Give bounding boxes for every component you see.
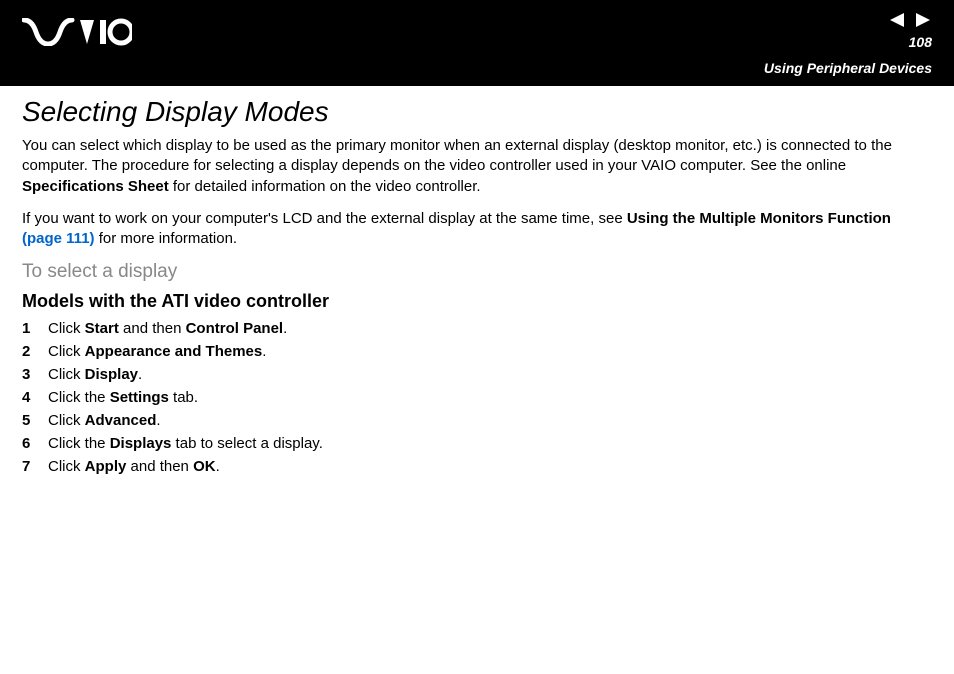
step-plain: .: [262, 343, 266, 360]
subheading-select-display: To select a display: [22, 261, 932, 283]
step-bold: OK: [193, 458, 216, 475]
text: for more information.: [95, 230, 238, 247]
step-text: Click Appearance and Themes.: [48, 343, 266, 360]
step-number: 4: [22, 389, 48, 406]
step-plain: and then: [126, 458, 193, 475]
step-number: 3: [22, 366, 48, 383]
step-bold: Displays: [110, 435, 172, 452]
vaio-logo: [22, 18, 132, 46]
nav-arrows: [888, 12, 932, 32]
header-bar: 108 Using Peripheral Devices: [0, 0, 954, 86]
intro-paragraph-1: You can select which display to be used …: [22, 136, 932, 197]
step-number: 6: [22, 435, 48, 452]
step-plain: tab to select a display.: [171, 435, 322, 452]
step-plain: .: [156, 412, 160, 429]
intro-paragraph-2: If you want to work on your computer's L…: [22, 209, 932, 250]
step-bold: Control Panel: [186, 320, 284, 337]
step-plain: Click: [48, 366, 85, 383]
text: for detailed information on the video co…: [169, 178, 481, 195]
step-plain: tab.: [169, 389, 198, 406]
step-plain: .: [216, 458, 220, 475]
page-number: 108: [909, 34, 932, 50]
subheading-ati-models: Models with the ATI video controller: [22, 291, 932, 312]
prev-page-button[interactable]: [888, 12, 908, 28]
step-row: 1Click Start and then Control Panel.: [22, 320, 932, 337]
text: If you want to work on your computer's L…: [22, 210, 627, 227]
step-row: 2Click Appearance and Themes.: [22, 343, 932, 360]
spec-sheet-bold: Specifications Sheet: [22, 178, 169, 195]
text: You can select which display to be used …: [22, 137, 892, 174]
step-plain: Click: [48, 412, 85, 429]
step-plain: Click the: [48, 435, 110, 452]
step-text: Click Apply and then OK.: [48, 458, 220, 475]
step-number: 5: [22, 412, 48, 429]
steps-list: 1Click Start and then Control Panel.2Cli…: [22, 320, 932, 475]
page-111-link[interactable]: (page 111): [22, 230, 95, 247]
step-plain: .: [138, 366, 142, 383]
section-label: Using Peripheral Devices: [764, 60, 932, 76]
step-row: 5Click Advanced.: [22, 412, 932, 429]
step-bold: Apply: [85, 458, 127, 475]
step-number: 2: [22, 343, 48, 360]
step-text: Click the Displays tab to select a displ…: [48, 435, 323, 452]
step-row: 4Click the Settings tab.: [22, 389, 932, 406]
step-plain: Click: [48, 343, 85, 360]
step-row: 6Click the Displays tab to select a disp…: [22, 435, 932, 452]
step-number: 7: [22, 458, 48, 475]
step-plain: Click the: [48, 389, 110, 406]
step-plain: .: [283, 320, 287, 337]
triangle-left-icon: [888, 12, 908, 28]
step-bold: Advanced: [85, 412, 157, 429]
step-text: Click Display.: [48, 366, 142, 383]
step-text: Click Start and then Control Panel.: [48, 320, 287, 337]
step-bold: Settings: [110, 389, 169, 406]
content-area: Selecting Display Modes You can select w…: [0, 86, 954, 501]
page-title: Selecting Display Modes: [22, 96, 932, 128]
step-plain: Click: [48, 320, 85, 337]
multiple-monitors-bold: Using the Multiple Monitors Function: [627, 210, 891, 227]
step-plain: and then: [119, 320, 186, 337]
step-row: 3Click Display.: [22, 366, 932, 383]
step-bold: Start: [85, 320, 119, 337]
step-text: Click the Settings tab.: [48, 389, 198, 406]
step-text: Click Advanced.: [48, 412, 161, 429]
triangle-right-icon: [912, 12, 932, 28]
next-page-button[interactable]: [912, 12, 932, 28]
step-number: 1: [22, 320, 48, 337]
step-row: 7Click Apply and then OK.: [22, 458, 932, 475]
step-bold: Display: [85, 366, 138, 383]
step-plain: Click: [48, 458, 85, 475]
step-bold: Appearance and Themes: [85, 343, 263, 360]
